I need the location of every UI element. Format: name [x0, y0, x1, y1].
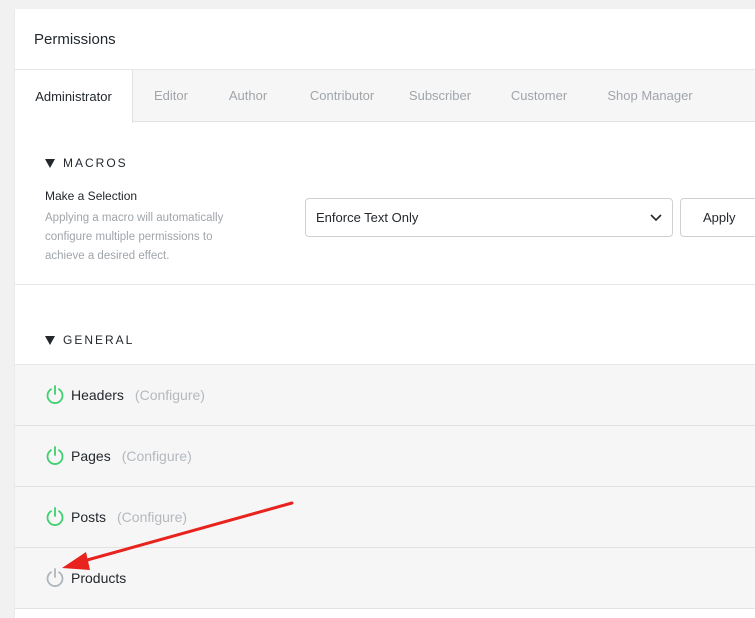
power-icon[interactable]: [45, 567, 65, 589]
permission-label: Posts: [71, 509, 107, 525]
tab-contributor[interactable]: Contributor: [287, 70, 397, 121]
permission-row-pages: Pages (Configure): [15, 426, 755, 487]
tab-customer[interactable]: Customer: [483, 70, 595, 121]
tab-administrator[interactable]: Administrator: [15, 70, 133, 123]
macro-label: Make a Selection: [45, 189, 138, 203]
macros-section: MACROS Make a Selection Applying a macro…: [15, 122, 755, 285]
permission-row-headers: Headers (Configure): [15, 365, 755, 426]
general-section-header: GENERAL: [15, 285, 755, 365]
caret-down-icon: [45, 335, 55, 345]
tab-author[interactable]: Author: [209, 70, 287, 121]
permissions-panel: Permissions Administrator Editor Author …: [15, 9, 755, 618]
general-title: GENERAL: [63, 333, 135, 347]
macros-title: MACROS: [63, 156, 128, 170]
macro-select-value: Enforce Text Only: [316, 210, 419, 225]
chevron-down-icon: [650, 213, 662, 221]
caret-down-icon: [45, 158, 55, 168]
configure-link[interactable]: (Configure): [135, 387, 205, 403]
panel-title: Permissions: [15, 9, 755, 70]
configure-link[interactable]: (Configure): [117, 509, 187, 525]
tab-editor[interactable]: Editor: [133, 70, 209, 121]
macro-select[interactable]: Enforce Text Only: [305, 198, 673, 237]
general-toggle[interactable]: GENERAL: [45, 333, 755, 347]
macros-toggle[interactable]: MACROS: [45, 156, 755, 170]
power-icon[interactable]: [45, 506, 65, 528]
macro-description: Applying a macro will automatically conf…: [45, 212, 224, 262]
power-icon[interactable]: [45, 384, 65, 406]
tab-subscriber[interactable]: Subscriber: [397, 70, 483, 121]
permission-label: Products: [71, 570, 127, 586]
permission-row-products: Products: [15, 548, 755, 609]
role-tabs: Administrator Editor Author Contributor …: [15, 70, 755, 123]
permission-label: Headers: [71, 387, 124, 403]
apply-button[interactable]: Apply: [680, 198, 755, 237]
power-icon[interactable]: [45, 445, 65, 467]
tab-shop-manager[interactable]: Shop Manager: [595, 70, 705, 121]
configure-link[interactable]: (Configure): [122, 448, 192, 464]
permission-row-posts: Posts (Configure): [15, 487, 755, 548]
permission-label: Pages: [71, 448, 111, 464]
